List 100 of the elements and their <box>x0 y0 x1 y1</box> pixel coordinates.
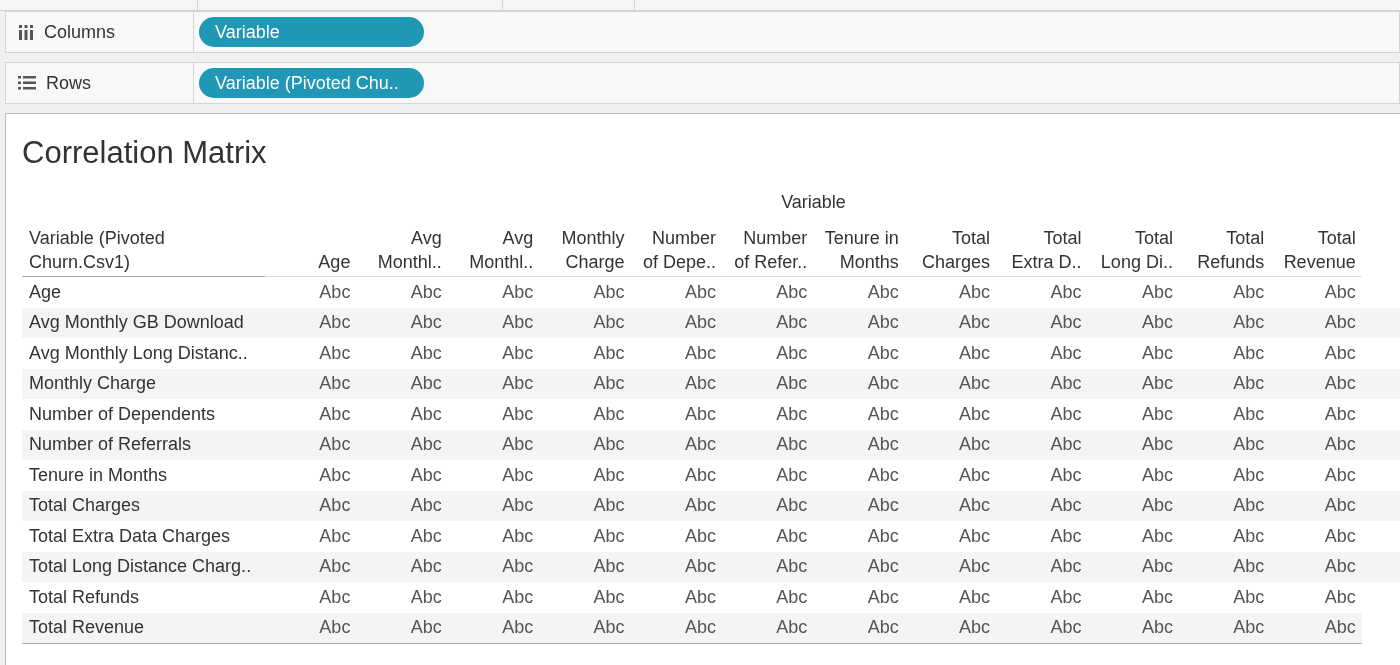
table-cell-text: Abc <box>1049 312 1083 334</box>
table-cell-text: Abc <box>775 373 809 395</box>
table-cell-text: Abc <box>775 403 809 425</box>
table-cell-text: Abc <box>592 464 626 486</box>
table-cell-text: Abc <box>958 556 992 578</box>
table-cell-text: Abc <box>1232 373 1266 395</box>
table-cell-text: Abc <box>1049 556 1083 578</box>
column-header: Age <box>317 251 352 274</box>
table-cell-text: Abc <box>866 495 900 517</box>
table-cell-text: Abc <box>409 312 443 334</box>
table-cell-text: Abc <box>592 403 626 425</box>
field-pill[interactable]: Variable <box>199 17 424 47</box>
table-cell-text: Abc <box>683 525 717 547</box>
table-cell-text: Abc <box>1323 434 1357 456</box>
table-cell-text: Abc <box>1323 281 1357 303</box>
table-cell-text: Abc <box>501 434 535 456</box>
table-cell-text: Abc <box>1232 342 1266 364</box>
row-label: Total Refunds <box>28 586 141 608</box>
table-cell-text: Abc <box>683 434 717 456</box>
row-label: Total Charges <box>28 495 142 517</box>
table-cell-text: Abc <box>683 373 717 395</box>
table-cell-text: Abc <box>1049 403 1083 425</box>
row-label: Number of Dependents <box>28 403 217 425</box>
table-cell-text: Abc <box>1323 312 1357 334</box>
table-cell-text: Abc <box>1140 342 1174 364</box>
table-cell-text: Abc <box>775 617 809 639</box>
column-header: Monthly Charge <box>560 227 626 274</box>
table-cell-text: Abc <box>775 495 809 517</box>
table-cell-text: Abc <box>409 464 443 486</box>
table-cell-text: Abc <box>409 373 443 395</box>
column-header: Number of Depe.. <box>641 227 717 274</box>
table-cell-text: Abc <box>592 556 626 578</box>
table-cell-text: Abc <box>1323 403 1357 425</box>
table-cell-text: Abc <box>318 525 352 547</box>
table-cell-text: Abc <box>683 281 717 303</box>
table-cell-text: Abc <box>592 281 626 303</box>
table-cell-text: Abc <box>592 586 626 608</box>
table-cell-text: Abc <box>683 312 717 334</box>
column-header: Tenure in Months <box>823 227 900 274</box>
table-cell-text: Abc <box>501 312 535 334</box>
table-cell-text: Abc <box>866 434 900 456</box>
table-cell-text: Abc <box>775 586 809 608</box>
table-cell-text: Abc <box>501 373 535 395</box>
table-cell-text: Abc <box>1323 464 1357 486</box>
column-group-header: Variable <box>781 192 846 212</box>
table-cell-text: Abc <box>958 281 992 303</box>
table-cell-text: Abc <box>1232 586 1266 608</box>
table-cell-text: Abc <box>409 342 443 364</box>
table-cell-text: Abc <box>318 342 352 364</box>
table-cell-text: Abc <box>1049 586 1083 608</box>
table-cell-text: Abc <box>683 617 717 639</box>
table-cell-text: Abc <box>1140 556 1174 578</box>
table-cell-text: Abc <box>1049 495 1083 517</box>
table-cell-text: Abc <box>1140 586 1174 608</box>
row-label: Tenure in Months <box>28 464 169 486</box>
table-cell-text: Abc <box>409 617 443 639</box>
table-cell-text: Abc <box>866 312 900 334</box>
table-cell-text: Abc <box>318 617 352 639</box>
table-cell-text: Abc <box>683 556 717 578</box>
table-cell-text: Abc <box>1049 617 1083 639</box>
table-cell-text: Abc <box>866 556 900 578</box>
table-cell-text: Abc <box>409 556 443 578</box>
shelf-label: Columns <box>44 21 116 43</box>
table-cell-text: Abc <box>1323 342 1357 364</box>
table-cell-text: Abc <box>683 495 717 517</box>
table-cell-text: Abc <box>866 617 900 639</box>
view-title: Correlation Matrix <box>22 134 268 172</box>
table-cell-text: Abc <box>409 281 443 303</box>
table-cell-text: Abc <box>958 312 992 334</box>
table-cell-text: Abc <box>592 373 626 395</box>
column-header: Total Refunds <box>1196 227 1266 274</box>
table-cell-text: Abc <box>1323 586 1357 608</box>
table-cell-text: Abc <box>592 312 626 334</box>
table-cell-text: Abc <box>318 434 352 456</box>
table-cell-text: Abc <box>775 342 809 364</box>
table-cell-text: Abc <box>1323 556 1357 578</box>
table-cell-text: Abc <box>1232 312 1266 334</box>
columns-icon <box>18 24 34 40</box>
table-cell-text: Abc <box>958 434 992 456</box>
row-label: Total Revenue <box>28 617 146 639</box>
table-cell-text: Abc <box>318 556 352 578</box>
table-cell-text: Abc <box>1049 525 1083 547</box>
table-cell-text: Abc <box>501 464 535 486</box>
table-cell-text: Abc <box>866 403 900 425</box>
table-cell-text: Abc <box>501 495 535 517</box>
table-cell-text: Abc <box>1140 464 1174 486</box>
table-cell-text: Abc <box>1232 464 1266 486</box>
table-cell-text: Abc <box>866 342 900 364</box>
table-cell-text: Abc <box>318 281 352 303</box>
table-cell-text: Abc <box>775 312 809 334</box>
row-label: Monthly Charge <box>28 373 158 395</box>
table-cell-text: Abc <box>592 434 626 456</box>
column-header: Total Long Di.. <box>1099 227 1174 274</box>
table-cell-text: Abc <box>866 586 900 608</box>
field-pill[interactable]: Variable (Pivoted Chu.. <box>199 68 424 98</box>
table-cell-text: Abc <box>958 525 992 547</box>
table-cell-text: Abc <box>409 525 443 547</box>
row-label: Number of Referrals <box>28 434 193 456</box>
table-cell-text: Abc <box>866 373 900 395</box>
table-cell-text: Abc <box>1140 495 1174 517</box>
